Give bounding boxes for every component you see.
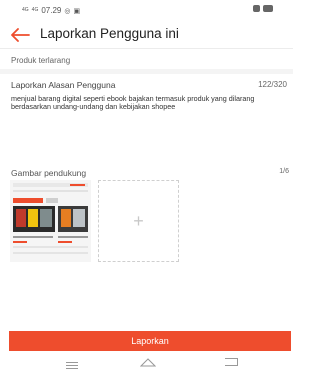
uploaded-image-thumbnail[interactable] — [10, 180, 91, 262]
menu-icon[interactable] — [66, 362, 78, 371]
header-divider — [0, 48, 293, 49]
reason-char-counter: 122/320 — [258, 80, 287, 89]
alarm-icon: ◎ — [64, 7, 71, 15]
status-left: 4G 4G 07.29 ◎ ▣ — [22, 6, 80, 15]
system-nav-bar — [0, 353, 293, 371]
notification-icon: ▣ — [73, 7, 81, 15]
status-bar: 4G 4G 07.29 ◎ ▣ — [0, 0, 293, 20]
status-time: 07.29 — [41, 6, 62, 15]
page-title: Laporkan Pengguna ini — [40, 26, 179, 41]
add-image-button[interactable]: + — [98, 180, 179, 262]
submit-report-button[interactable]: Laporkan — [9, 331, 291, 351]
signal-icon-2: 4G — [31, 7, 39, 13]
supporting-images-label: Gambar pendukung — [11, 168, 87, 178]
reason-label: Laporkan Alasan Pengguna — [11, 80, 116, 90]
back-nav-icon[interactable] — [225, 358, 238, 366]
plus-icon: + — [133, 211, 144, 231]
status-right — [253, 5, 273, 12]
header: Laporkan Pengguna ini — [0, 20, 293, 48]
signal-icon-1: 4G — [22, 7, 29, 13]
battery-icon — [263, 5, 273, 12]
reason-textarea[interactable]: menjual barang digital seperti ebook baj… — [11, 94, 291, 112]
product-category-label[interactable]: Produk terlarang — [11, 56, 70, 65]
screenshot-thumbnail-icon — [10, 180, 91, 262]
section-separator — [0, 69, 293, 74]
wifi-icon — [253, 5, 260, 12]
back-arrow-icon[interactable] — [10, 28, 30, 42]
home-icon[interactable] — [140, 357, 156, 367]
images-counter: 1/6 — [279, 168, 289, 175]
